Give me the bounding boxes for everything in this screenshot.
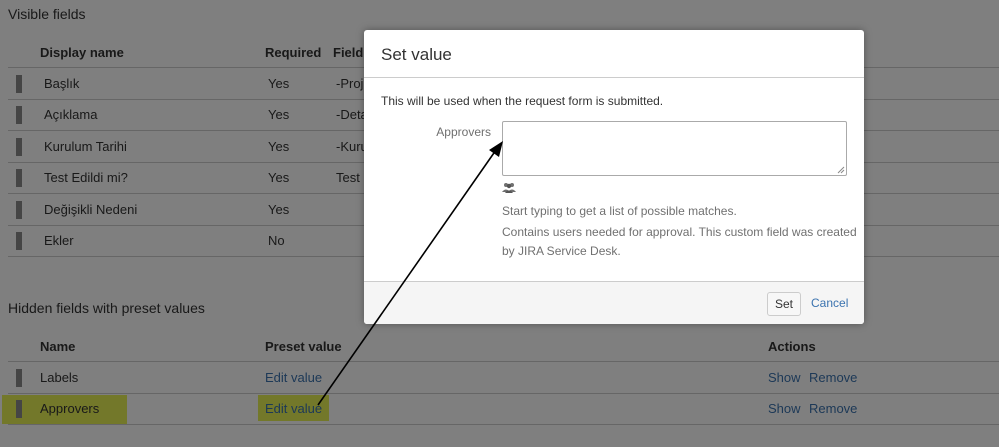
annotation-arrow bbox=[317, 141, 503, 406]
